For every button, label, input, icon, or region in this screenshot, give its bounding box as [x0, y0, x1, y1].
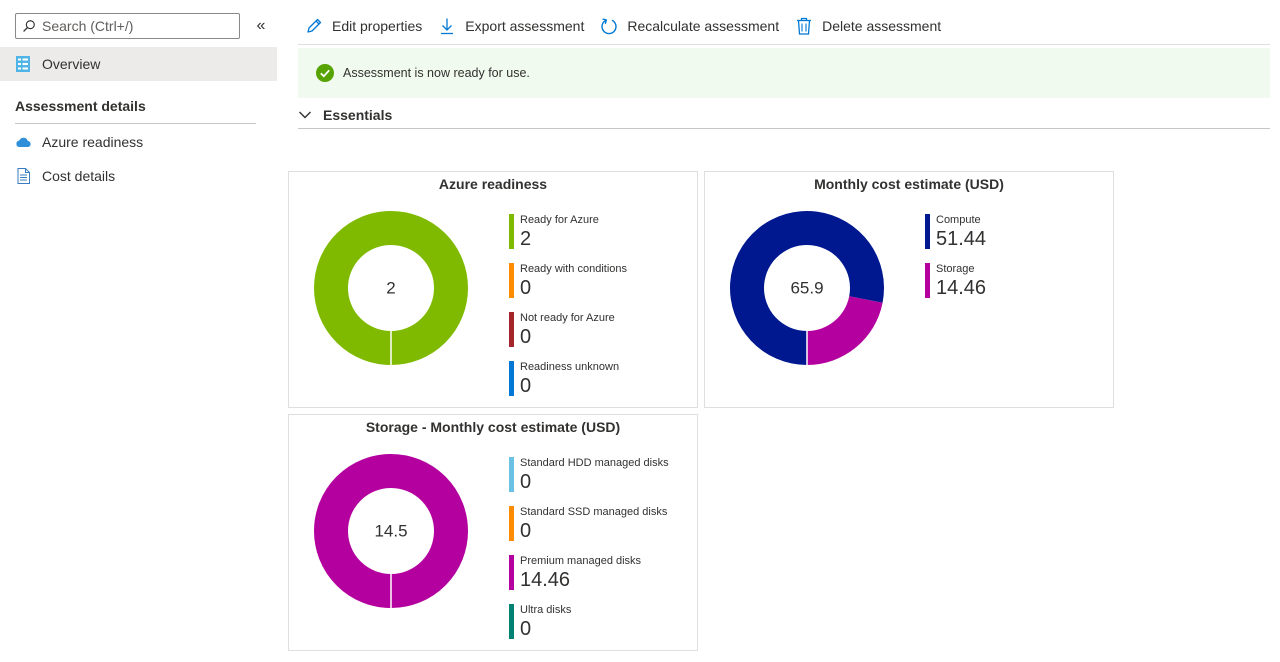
- legend-label: Ready for Azure: [520, 214, 599, 226]
- command-bar: Edit properties Export assessment Recalc…: [297, 10, 949, 42]
- legend-label: Readiness unknown: [520, 361, 620, 373]
- legend-item: Storage 14.46: [925, 261, 986, 310]
- legend-color: [509, 555, 514, 590]
- banner-message: Assessment is now ready for use.: [343, 66, 530, 80]
- legend-item: Premium managed disks 14.46: [509, 553, 669, 602]
- recalculate-assessment-button[interactable]: Recalculate assessment: [592, 10, 787, 42]
- legend-label: Storage: [936, 263, 975, 275]
- export-assessment-label: Export assessment: [465, 18, 585, 34]
- export-assessment-button[interactable]: Export assessment: [430, 10, 592, 42]
- legend-label: Premium managed disks: [520, 555, 642, 567]
- legend-item: Not ready for Azure 0: [509, 310, 627, 359]
- refresh-icon: [601, 18, 618, 35]
- legend-value: 0: [520, 471, 532, 493]
- legend-label: Standard SSD managed disks: [520, 506, 668, 518]
- essentials-label: Essentials: [323, 107, 393, 123]
- legend-value: 0: [520, 326, 532, 348]
- section-divider: [15, 123, 256, 124]
- essentials-toggle[interactable]: Essentials: [298, 104, 392, 126]
- cloud-icon: [15, 134, 31, 150]
- success-check-icon: [316, 64, 334, 82]
- recalculate-assessment-label: Recalculate assessment: [627, 18, 780, 34]
- essentials-divider: [298, 128, 1270, 129]
- monthly-cost-card: Monthly cost estimate (USD) 65.9 Compute…: [704, 171, 1114, 408]
- legend-color: [509, 457, 514, 492]
- legend-color: [509, 312, 514, 347]
- legend-color: [925, 214, 930, 249]
- section-title: Assessment details: [15, 98, 146, 114]
- legend-label: Standard HDD managed disks: [520, 457, 669, 469]
- sidebar-item-label: Cost details: [42, 168, 116, 184]
- overview-icon: [15, 56, 31, 72]
- sidebar-item-overview[interactable]: Overview: [0, 47, 277, 81]
- chevron-down-icon: [299, 111, 311, 119]
- legend-value: 51.44: [936, 228, 987, 250]
- storage-cost-legend: Standard HDD managed disks 0 Standard SS…: [509, 455, 669, 651]
- donut-center-label: 2: [386, 279, 395, 298]
- card-title: Azure readiness: [438, 176, 548, 192]
- azure-readiness-donut: 2: [314, 211, 468, 365]
- legend-color: [509, 263, 514, 298]
- sidebar: « Overview Assessment details Azure read…: [0, 0, 277, 662]
- pencil-icon: [307, 18, 322, 33]
- card-title: Monthly cost estimate (USD): [814, 176, 1004, 192]
- legend-item: Ready with conditions 0: [509, 261, 627, 310]
- legend-item: Standard SSD managed disks 0: [509, 504, 669, 553]
- donut-center-label: 14.5: [374, 522, 407, 541]
- sidebar-item-azure-readiness[interactable]: Azure readiness: [0, 125, 277, 159]
- legend-color: [509, 506, 514, 541]
- legend-label: Not ready for Azure: [520, 312, 615, 324]
- card-title: Storage - Monthly cost estimate (USD): [365, 419, 621, 435]
- legend-color: [509, 361, 514, 396]
- monthly-cost-donut: 65.9: [730, 210, 884, 365]
- document-icon: [15, 168, 31, 184]
- legend-color: [509, 604, 514, 639]
- edit-properties-button[interactable]: Edit properties: [297, 10, 430, 42]
- legend-value: 0: [520, 520, 532, 542]
- legend-item: Compute 51.44: [925, 212, 986, 261]
- search-box[interactable]: [15, 13, 240, 39]
- storage-cost-donut: 14.5: [314, 454, 468, 608]
- legend-color: [925, 263, 930, 298]
- legend-value: 14.46: [936, 277, 987, 299]
- legend-label: Ultra disks: [520, 604, 572, 616]
- search-icon: [23, 20, 35, 32]
- toolbar-divider: [298, 44, 1270, 45]
- legend-item: Standard HDD managed disks 0: [509, 455, 669, 504]
- monthly-cost-legend: Compute 51.44 Storage 14.46: [925, 212, 986, 310]
- legend-item: Ready for Azure 2: [509, 212, 627, 261]
- legend-label: Compute: [936, 214, 981, 226]
- legend-item: Readiness unknown 0: [509, 359, 627, 408]
- legend-value: 14.46: [520, 569, 571, 591]
- storage-cost-card: Storage - Monthly cost estimate (USD) 14…: [288, 414, 698, 651]
- legend-value: 2: [520, 228, 532, 250]
- legend-label: Ready with conditions: [520, 263, 628, 275]
- legend-value: 0: [520, 277, 532, 299]
- legend-item: Ultra disks 0: [509, 602, 669, 651]
- edit-properties-label: Edit properties: [332, 18, 423, 34]
- legend-color: [509, 214, 514, 249]
- legend-value: 0: [520, 375, 532, 397]
- search-input[interactable]: [42, 18, 232, 34]
- donut-center-label: 65.9: [790, 279, 823, 298]
- delete-assessment-label: Delete assessment: [822, 18, 942, 34]
- delete-assessment-button[interactable]: Delete assessment: [787, 10, 949, 42]
- donut-segment[interactable]: [807, 296, 883, 365]
- trash-icon: [797, 17, 812, 35]
- sidebar-item-label: Azure readiness: [42, 134, 144, 150]
- download-icon: [441, 18, 454, 35]
- status-banner: Assessment is now ready for use.: [298, 48, 1270, 98]
- azure-readiness-card: Azure readiness 2 Ready for Azure 2 Read…: [288, 171, 698, 408]
- azure-readiness-legend: Ready for Azure 2 Ready with conditions …: [509, 212, 627, 408]
- collapse-sidebar-button[interactable]: «: [251, 16, 271, 36]
- sidebar-item-cost-details[interactable]: Cost details: [0, 159, 277, 193]
- sidebar-item-label: Overview: [42, 56, 101, 72]
- legend-value: 0: [520, 618, 532, 640]
